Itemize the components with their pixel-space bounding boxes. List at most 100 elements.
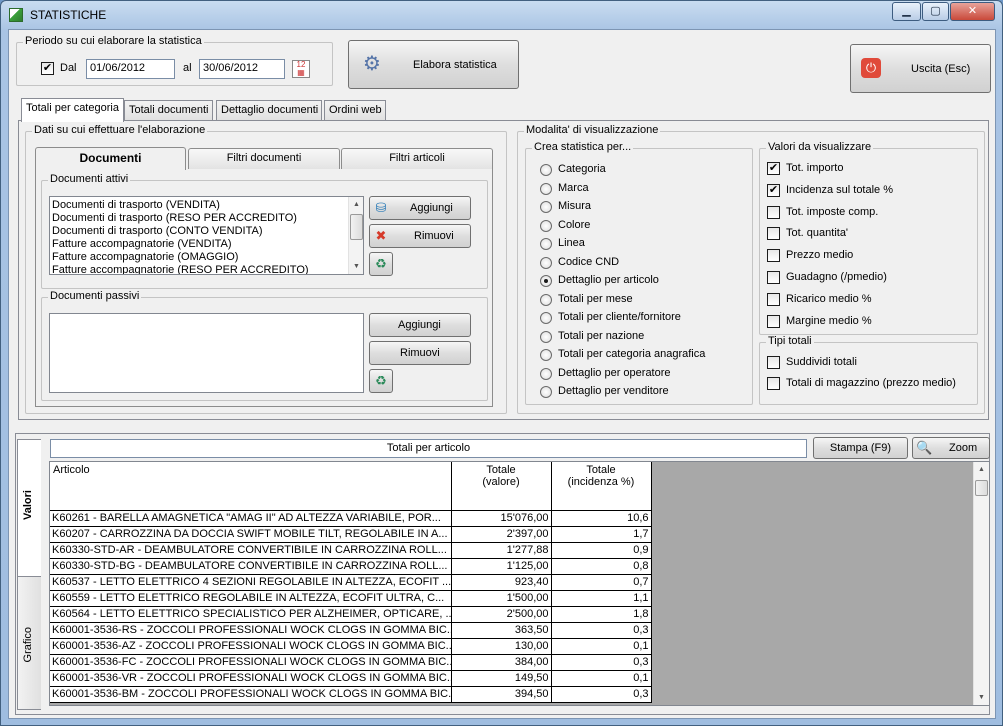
checkbox-margine-medio[interactable]: [767, 314, 780, 328]
side-tab-grafico[interactable]: Grafico: [17, 576, 41, 710]
radio-label[interactable]: Totali per categoria anagrafica: [558, 348, 705, 360]
tab-totali-per-categoria[interactable]: Totali per categoria: [21, 98, 124, 122]
tab-totali-documenti[interactable]: Totali documenti: [124, 100, 213, 121]
checkbox-tot-quantita[interactable]: [767, 227, 780, 241]
radio-label[interactable]: Totali per mese: [558, 293, 633, 305]
radio-label[interactable]: Codice CND: [558, 256, 619, 268]
checkbox-label[interactable]: Margine medio %: [786, 315, 872, 327]
radio-linea[interactable]: [540, 238, 552, 250]
checkbox-label[interactable]: Totali di magazzino (prezzo medio): [786, 377, 956, 389]
results-grid[interactable]: Articolo Totale (valore) Totale (inciden…: [49, 461, 990, 706]
table-row[interactable]: K60564 - LETTO ELETTRICO SPECIALISTICO P…: [50, 606, 652, 623]
list-item[interactable]: Fatture accompagnatorie (RESO PER ACCRED…: [50, 264, 363, 274]
close-button[interactable]: ✕: [950, 2, 995, 21]
table-row[interactable]: K60537 - LETTO ELETTRICO 4 SEZIONI REGOL…: [50, 574, 652, 591]
checkbox-ricarico-medio[interactable]: [767, 292, 780, 306]
radio-misura[interactable]: [540, 201, 552, 213]
passivi-aggiungi-button[interactable]: Aggiungi: [369, 313, 471, 337]
table-row[interactable]: K60261 - BARELLA AMAGNETICA "AMAG II" AD…: [50, 510, 652, 527]
table-row[interactable]: K60001-3536-FC - ZOCCOLI PROFESSIONALI W…: [50, 654, 652, 671]
checkbox-totali-di-magazzino-prezzo-medio[interactable]: [767, 377, 780, 390]
table-row[interactable]: K60001-3536-RS - ZOCCOLI PROFESSIONALI W…: [50, 622, 652, 639]
list-item[interactable]: Documenti di trasporto (CONTO VENDITA): [50, 225, 363, 238]
uscita-button[interactable]: ⏻ Uscita (Esc): [850, 44, 991, 93]
checkbox-label[interactable]: Tot. importo: [786, 162, 843, 174]
subtab-filtri-documenti[interactable]: Filtri documenti: [188, 148, 340, 169]
checkbox-incidenza-sul-totale[interactable]: ✔: [767, 183, 780, 197]
radio-codice-cnd[interactable]: [540, 256, 552, 269]
checkbox-label[interactable]: Suddividi totali: [786, 356, 857, 368]
radio-marca[interactable]: [540, 182, 552, 195]
radio-label[interactable]: Misura: [558, 200, 591, 212]
checkbox-label[interactable]: Prezzo medio: [786, 249, 853, 261]
table-row[interactable]: K60330-STD-AR - DEAMBULATORE CONVERTIBIL…: [50, 542, 652, 559]
radio-totali-per-mese[interactable]: [540, 293, 552, 306]
subtab-filtri-articoli[interactable]: Filtri articoli: [341, 148, 493, 169]
radio-label[interactable]: Categoria: [558, 163, 606, 175]
checkbox-suddividi-totali[interactable]: [767, 356, 780, 369]
calendar-icon[interactable]: 12 ▦: [292, 60, 310, 78]
documenti-passivi-list[interactable]: [49, 313, 364, 393]
dal-date-field[interactable]: 01/06/2012: [86, 59, 175, 79]
radio-dettaglio-per-venditore[interactable]: [540, 386, 552, 398]
title-bar[interactable]: STATISTICHE ▁ ▢ ✕: [1, 1, 1002, 29]
table-row[interactable]: K60559 - LETTO ELETTRICO REGOLABILE IN A…: [50, 590, 652, 607]
scroll-thumb[interactable]: [975, 480, 988, 496]
tab-dettaglio-documenti[interactable]: Dettaglio documenti: [216, 100, 322, 121]
radio-label[interactable]: Colore: [558, 219, 590, 231]
tab-ordini-web[interactable]: Ordini web: [324, 100, 386, 121]
radio-label[interactable]: Dettaglio per articolo: [558, 274, 659, 286]
checkbox-prezzo-medio[interactable]: [767, 249, 780, 263]
passivi-svuota-button[interactable]: ♻: [369, 369, 393, 393]
checkbox-tot-imposte-comp[interactable]: [767, 205, 780, 219]
list-item[interactable]: Fatture accompagnatorie (VENDITA): [50, 238, 363, 251]
radio-label[interactable]: Linea: [558, 237, 585, 249]
results-scrollbar[interactable]: ▲ ▼: [973, 462, 989, 705]
table-row[interactable]: K60001-3536-BM - ZOCCOLI PROFESSIONALI W…: [50, 686, 652, 703]
list-item[interactable]: Documenti di trasporto (RESO PER ACCREDI…: [50, 212, 363, 225]
minimize-button[interactable]: ▁: [892, 2, 921, 21]
scroll-thumb[interactable]: [350, 214, 363, 240]
subtab-documenti[interactable]: Documenti: [35, 147, 186, 170]
attivi-aggiungi-button[interactable]: ⛁ Aggiungi: [369, 196, 471, 220]
radio-label[interactable]: Totali per cliente/fornitore: [558, 311, 681, 323]
column-header-totale-incidenza[interactable]: Totale (incidenza %): [551, 462, 652, 511]
radio-label[interactable]: Dettaglio per operatore: [558, 367, 671, 379]
checkbox-label[interactable]: Tot. quantita': [786, 227, 848, 239]
attivi-rimuovi-button[interactable]: ✖ Rimuovi: [369, 224, 471, 248]
table-row[interactable]: K60001-3536-AZ - ZOCCOLI PROFESSIONALI W…: [50, 638, 652, 655]
passivi-rimuovi-button[interactable]: Rimuovi: [369, 341, 471, 365]
elabora-statistica-button[interactable]: ⚙ Elabora statistica: [348, 40, 519, 89]
scroll-up-icon[interactable]: ▲: [349, 197, 363, 212]
scroll-down-icon[interactable]: ▼: [974, 690, 989, 705]
scroll-down-icon[interactable]: ▼: [349, 259, 363, 274]
radio-totali-per-categoria-anagrafica[interactable]: [540, 349, 552, 361]
attivi-svuota-button[interactable]: ♻: [369, 252, 393, 276]
radio-categoria[interactable]: [540, 164, 552, 176]
al-date-field[interactable]: 30/06/2012: [199, 59, 285, 79]
checkbox-tot-importo[interactable]: ✔: [767, 162, 780, 175]
list-item[interactable]: Documenti di trasporto (VENDITA): [50, 199, 363, 212]
checkbox-guadagno-pmedio[interactable]: [767, 271, 780, 284]
radio-totali-per-cliente-fornitore[interactable]: [540, 312, 552, 324]
radio-colore[interactable]: [540, 219, 552, 232]
table-row[interactable]: K60330-STD-BG - DEAMBULATORE CONVERTIBIL…: [50, 558, 652, 575]
checkbox-label[interactable]: Tot. imposte comp.: [786, 206, 878, 218]
radio-label[interactable]: Marca: [558, 182, 589, 194]
list-item[interactable]: Fatture accompagnatorie (OMAGGIO): [50, 251, 363, 264]
scroll-up-icon[interactable]: ▲: [974, 462, 989, 477]
table-row[interactable]: K60207 - CARROZZINA DA DOCCIA SWIFT MOBI…: [50, 526, 652, 543]
radio-totali-per-nazione[interactable]: [540, 330, 552, 343]
radio-label[interactable]: Totali per nazione: [558, 330, 644, 342]
radio-dettaglio-per-articolo[interactable]: [540, 275, 552, 287]
stampa-button[interactable]: Stampa (F9): [813, 437, 908, 459]
zoom-button[interactable]: 🔍 Zoom: [912, 437, 990, 459]
documenti-attivi-list[interactable]: Documenti di trasporto (VENDITA) Documen…: [49, 196, 364, 275]
radio-dettaglio-per-operatore[interactable]: [540, 367, 552, 380]
table-row[interactable]: K60001-3536-VR - ZOCCOLI PROFESSIONALI W…: [50, 670, 652, 687]
side-tab-valori[interactable]: Valori: [17, 439, 41, 577]
checkbox-label[interactable]: Guadagno (/pmedio): [786, 271, 887, 283]
dal-checkbox[interactable]: ✔: [41, 62, 54, 75]
checkbox-label[interactable]: Incidenza sul totale %: [786, 184, 893, 196]
radio-label[interactable]: Dettaglio per venditore: [558, 385, 669, 397]
